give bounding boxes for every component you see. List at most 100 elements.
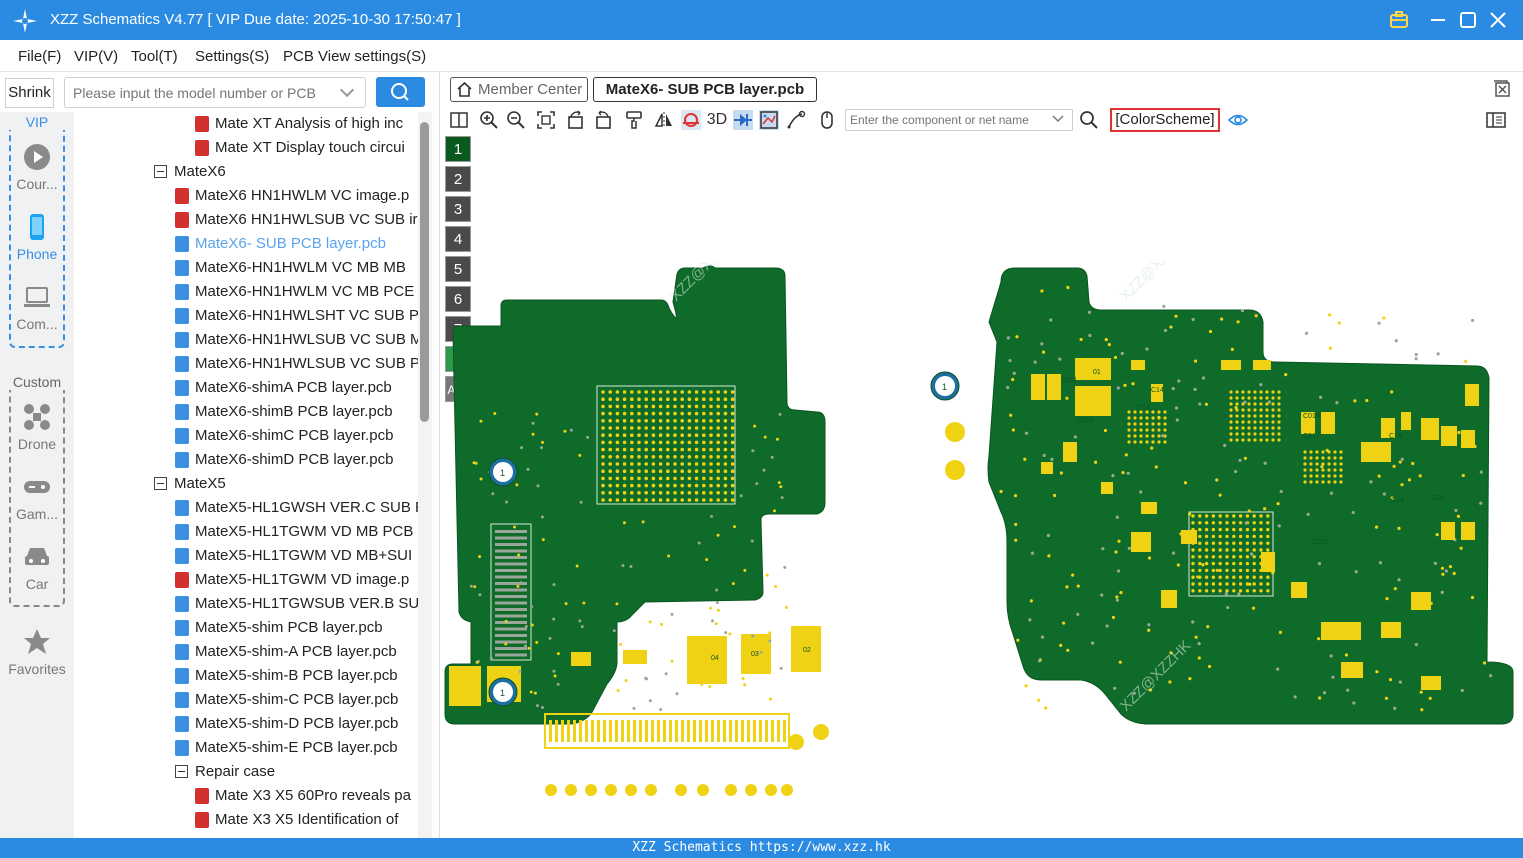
tree-file-item[interactable]: MateX6-HN1HWLM VC MB MB xyxy=(74,256,418,280)
via xyxy=(1208,329,1213,334)
tree-file-item[interactable]: MateX5-shim-B PCB layer.pcb xyxy=(74,664,418,688)
probe-icon[interactable] xyxy=(786,110,806,130)
tab-active-pcb[interactable]: MateX6- SUB PCB layer.pcb xyxy=(593,77,817,102)
split-view-icon[interactable] xyxy=(449,110,469,130)
tree-file-item[interactable]: MateX6-HN1HWLSUB VC SUB P xyxy=(74,352,418,376)
pcb-image-icon[interactable] xyxy=(759,110,779,130)
tree-file-item[interactable]: Mate X3 X5 Identification of xyxy=(74,808,418,832)
tree-file-item[interactable]: MateX6- SUB PCB layer.pcb xyxy=(74,232,418,256)
category-phone[interactable]: Phone xyxy=(0,212,74,262)
tree-file-item[interactable]: MateX5-shim-E PCB layer.pcb xyxy=(74,736,418,760)
pcb-file-icon xyxy=(175,452,189,468)
maximize-icon[interactable] xyxy=(1458,10,1478,30)
layer-button-2[interactable]: 2 xyxy=(445,166,471,192)
chevron-down-icon[interactable] xyxy=(1051,112,1065,126)
favorites[interactable]: Favorites xyxy=(0,627,74,677)
tree-file-item[interactable]: MateX6-shimA PCB layer.pcb xyxy=(74,376,418,400)
tree-file-item[interactable]: MateX6 HN1HWLM VC image.p xyxy=(74,184,418,208)
zoom-in-icon[interactable] xyxy=(479,110,499,130)
tree-file-item[interactable]: Mate XT Display touch circui xyxy=(74,136,418,160)
close-icon[interactable] xyxy=(1488,10,1508,30)
minimize-icon[interactable] xyxy=(1428,10,1448,30)
category-games[interactable]: Gam... xyxy=(0,472,74,522)
bga-ball xyxy=(1252,534,1256,539)
tree-file-item[interactable]: MateX5-shim-C PCB layer.pcb xyxy=(74,688,418,712)
collapse-icon[interactable] xyxy=(154,165,167,178)
layer-button-4[interactable]: 4 xyxy=(445,226,471,252)
bga-ball xyxy=(666,462,670,466)
bga-ball xyxy=(1127,410,1131,414)
menu-settings[interactable]: Settings(S) xyxy=(195,48,269,65)
3d-view-button[interactable]: 3D xyxy=(705,110,729,130)
category-drone[interactable]: Drone xyxy=(0,402,74,452)
tree-folder[interactable]: MateX5 xyxy=(74,472,418,496)
tree-file-item[interactable]: Mate X3 X5 60Pro reveals pa xyxy=(74,784,418,808)
tree-file-item[interactable]: MateX5-shim-A PCB layer.pcb xyxy=(74,640,418,664)
search-button[interactable] xyxy=(376,77,425,107)
collapse-icon[interactable] xyxy=(154,477,167,490)
bga-ball xyxy=(1229,408,1233,412)
diode-mode-icon[interactable] xyxy=(733,110,753,130)
category-courses[interactable]: Cour... xyxy=(0,142,74,192)
bga-ball xyxy=(630,433,634,437)
net-highlight-icon[interactable] xyxy=(681,110,701,130)
category-car[interactable]: Car xyxy=(0,542,74,592)
tab-member-center[interactable]: Member Center xyxy=(450,77,588,102)
shrink-button[interactable]: Shrink xyxy=(5,78,54,108)
vip-badge-icon[interactable] xyxy=(1389,10,1409,30)
zoom-out-icon[interactable] xyxy=(506,110,526,130)
paint-roller-icon[interactable] xyxy=(624,110,644,130)
tree-file-item[interactable]: MateX5-shim PCB layer.pcb xyxy=(74,616,418,640)
mirror-icon[interactable] xyxy=(654,110,674,130)
tree-file-item[interactable]: MateX5-HL1TGWM VD image.p xyxy=(74,568,418,592)
tree-file-item[interactable]: MateX5-shim-D PCB layer.pcb xyxy=(74,712,418,736)
model-search-input[interactable] xyxy=(64,77,366,108)
tree-scrollbar[interactable] xyxy=(418,112,432,838)
layer-button-1[interactable]: 1 xyxy=(445,136,471,162)
tree-file-item[interactable]: MateX5-HL1TGWM VD MB+SUI xyxy=(74,544,418,568)
tree-file-item[interactable]: MateX6 HN1HWLSUB VC SUB ir xyxy=(74,208,418,232)
category-computer[interactable]: Com... xyxy=(0,282,74,332)
rotate-right-icon[interactable] xyxy=(593,110,613,130)
fit-view-icon[interactable] xyxy=(536,110,556,130)
eye-icon[interactable] xyxy=(1228,110,1248,130)
layer-button-3[interactable]: 3 xyxy=(445,196,471,222)
tree-file-item[interactable]: MateX5-HL1TGWSUB VER.B SUE xyxy=(74,592,418,616)
tree-file-item[interactable]: MateX6-shimB PCB layer.pcb xyxy=(74,400,418,424)
bga-ball xyxy=(1191,589,1195,593)
tree-item-label: MateX6 xyxy=(174,163,226,180)
menu-file[interactable]: File(F) xyxy=(18,48,61,65)
via xyxy=(1015,335,1019,339)
bga-ball xyxy=(1241,396,1245,400)
tree-folder[interactable]: Repair case xyxy=(74,760,418,784)
color-scheme-button[interactable]: [ColorScheme] xyxy=(1110,108,1220,132)
collapse-icon[interactable] xyxy=(175,765,188,778)
scrollbar-thumb[interactable] xyxy=(420,122,429,422)
menu-vip[interactable]: VIP(V) xyxy=(74,48,118,65)
pcb-board-view[interactable]: 1 1 1 04 03 02 01 C14 C016 C017 C015 C18 C013 C011 C14… xyxy=(441,262,1523,802)
tree-file-item[interactable]: MateX6-shimD PCB layer.pcb xyxy=(74,448,418,472)
tree-file-item[interactable]: MateX6-shimC PCB layer.pcb xyxy=(74,424,418,448)
menu-tool[interactable]: Tool(T) xyxy=(131,48,178,65)
tree-file-item[interactable]: Mate XT Analysis of high inc xyxy=(74,112,418,136)
bga-ball xyxy=(1163,428,1167,432)
close-all-tabs-icon[interactable] xyxy=(1493,80,1511,98)
tree-file-item[interactable]: MateX6-HN1HWLM VC MB PCE xyxy=(74,280,418,304)
tree-file-item[interactable]: MateX6-HN1HWLSHT VC SUB P xyxy=(74,304,418,328)
tree-file-item[interactable]: MateX5-HL1TGWM VD MB PCB xyxy=(74,520,418,544)
bga-ball xyxy=(601,447,605,452)
menu-pcb-view-settings[interactable]: PCB View settings(S) xyxy=(283,48,426,65)
tree-file-item[interactable]: MateX6-HN1HWLSUB VC SUB M xyxy=(74,328,418,352)
search-icon[interactable] xyxy=(1079,110,1099,130)
side-panel-icon[interactable] xyxy=(1486,110,1506,130)
via xyxy=(579,500,583,504)
component-search-input[interactable] xyxy=(845,109,1073,131)
tree-folder[interactable]: MateX6 xyxy=(74,160,418,184)
bga-ball xyxy=(1265,390,1269,394)
mouse-icon[interactable] xyxy=(817,110,837,130)
tree-file-item[interactable]: MateX5-HL1GWSH VER.C SUB P xyxy=(74,496,418,520)
via xyxy=(1183,481,1188,485)
bga-ball xyxy=(687,390,692,394)
bga-ball xyxy=(723,498,728,502)
rotate-left-icon[interactable] xyxy=(566,110,586,130)
